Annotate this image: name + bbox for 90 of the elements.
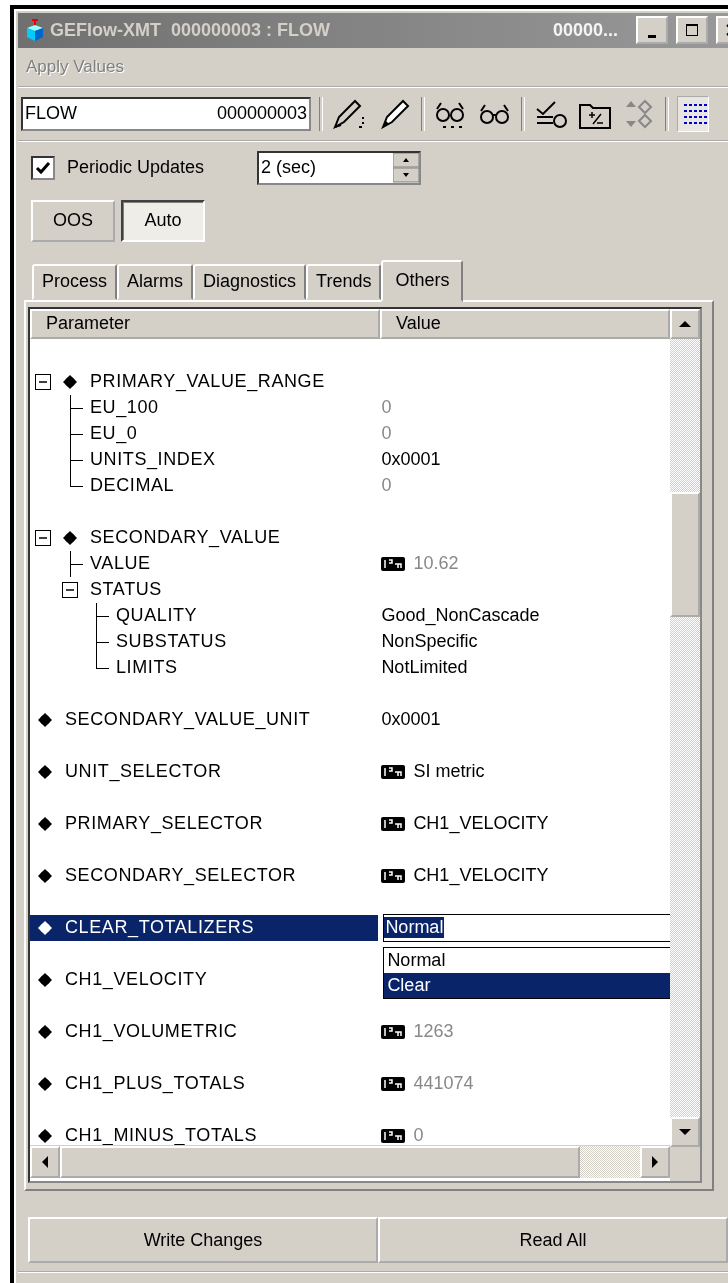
tab[interactable]: Process (32, 263, 118, 300)
bullet-icon (62, 529, 78, 546)
bullet-icon (37, 1023, 53, 1040)
value-dropdown[interactable]: Normal (383, 913, 670, 942)
scroll-thumb[interactable] (670, 491, 700, 617)
window-title-extra: 00000... (552, 20, 618, 41)
bullet-icon (37, 763, 53, 780)
interval-spinbox[interactable]: 2 (sec) (257, 150, 421, 185)
parameter-name: SECONDARY_SELECTOR (65, 865, 297, 887)
tag-field[interactable]: FLOW 000000003 (21, 96, 311, 131)
bullet-icon (62, 373, 78, 390)
scrollbar-corner (670, 1146, 700, 1181)
parameter-value: 0 (413, 1125, 424, 1145)
bullet-icon (37, 971, 53, 988)
parameter-value: CH1_VELOCITY (413, 865, 549, 887)
parameter-name: STATUS (90, 579, 162, 601)
collapse-icon[interactable] (35, 373, 51, 390)
parameter-name: EU_100 (90, 397, 159, 419)
tab[interactable]: Diagnostics (193, 263, 307, 300)
column-header[interactable]: Value (380, 308, 670, 339)
tab[interactable]: Trends (306, 263, 382, 300)
mode-button[interactable]: Auto (121, 199, 205, 242)
scroll-up-icon (678, 318, 692, 329)
dropdown-option[interactable]: Clear (384, 972, 670, 998)
parameter-value: 10.62 (413, 553, 459, 575)
tag-name: FLOW (25, 103, 77, 125)
parameter-value: CH1_VELOCITY (413, 813, 549, 835)
mode-button[interactable]: OOS (31, 199, 115, 242)
parameter-name: VALUE (90, 553, 151, 575)
window-title: GEFlow-XMT 000000003 : FLOW (50, 20, 332, 41)
tab[interactable]: Alarms (117, 263, 194, 300)
vertical-scrollbar[interactable] (670, 308, 700, 1181)
minimize-icon (648, 35, 656, 38)
minimize-button[interactable] (636, 16, 668, 45)
parameter-name: CLEAR_TOTALIZERS (65, 917, 254, 939)
parameter-value: 0 (381, 397, 392, 419)
parameter-name: LIMITS (116, 657, 178, 679)
checkbox[interactable] (31, 155, 55, 180)
parameter-value: 1263 (413, 1021, 454, 1043)
parameter-value: 0 (381, 475, 392, 497)
collapse-icon[interactable] (62, 581, 78, 598)
parameter-value: NonSpecific (381, 631, 478, 653)
maximize-icon (685, 23, 699, 38)
parameter-name: SECONDARY_VALUE_UNIT (65, 709, 311, 731)
scroll-down-icon (678, 1126, 692, 1137)
parameter-name: QUALITY (116, 605, 198, 627)
checkbox-label: Periodic Updates (67, 157, 206, 179)
column-header[interactable]: Parameter (30, 308, 380, 339)
scroll-thumb[interactable] (60, 1145, 580, 1178)
parameter-value: 0x0001 (381, 709, 441, 731)
parameter-name: CH1_VELOCITY (65, 969, 208, 991)
parameter-value: 0 (381, 423, 392, 445)
parameter-name: UNIT_SELECTOR (65, 761, 222, 783)
selected-row-highlight[interactable]: CLEAR_TOTALIZERS (30, 914, 379, 941)
tab[interactable]: Others (381, 259, 464, 302)
parameter-name: PRIMARY_SELECTOR (65, 813, 263, 835)
parameter-name: CH1_VOLUMETRIC (65, 1021, 238, 1043)
parameter-value: 441074 (413, 1073, 474, 1095)
parameter-name: SECONDARY_VALUE (90, 527, 281, 549)
parameter-value: SI metric (413, 761, 485, 783)
bullet-icon (37, 815, 53, 832)
parameter-name: CH1_PLUS_TOTALS (65, 1073, 246, 1095)
parameter-name: PRIMARY_VALUE_RANGE (90, 371, 325, 393)
scroll-left-icon (40, 1154, 50, 1169)
dropdown-option[interactable]: Normal (384, 947, 670, 973)
parameter-name: DECIMAL (90, 475, 175, 497)
bullet-icon (37, 711, 53, 728)
scroll-right-icon (650, 1154, 660, 1169)
parameter-name: CH1_MINUS_TOTALS (65, 1125, 257, 1145)
bullet-icon (37, 919, 53, 936)
collapse-icon[interactable] (35, 529, 51, 546)
device-id: 000000003 (216, 103, 307, 125)
horizontal-scrollbar[interactable] (30, 1144, 670, 1178)
parameter-value: 0x0001 (381, 449, 441, 471)
checkmark-icon (35, 159, 51, 176)
parameter-value: NotLimited (381, 657, 468, 679)
cube-icon (26, 19, 44, 42)
parameter-name: EU_0 (90, 423, 138, 445)
action-button[interactable]: Read All (378, 1217, 728, 1263)
parameter-name: UNITS_INDEX (90, 449, 216, 471)
maximize-button[interactable] (676, 16, 708, 45)
parameter-value: Good_NonCascade (381, 605, 540, 627)
list-view-icon[interactable] (677, 95, 709, 132)
action-button[interactable]: Write Changes (28, 1217, 378, 1263)
dropdown-value: Normal (384, 917, 445, 939)
bullet-icon (37, 1127, 53, 1144)
bullet-icon (37, 1075, 53, 1092)
spin-arrows-icon (393, 152, 419, 183)
parameter-name: SUBSTATUS (116, 631, 227, 653)
bullet-icon (37, 867, 53, 884)
